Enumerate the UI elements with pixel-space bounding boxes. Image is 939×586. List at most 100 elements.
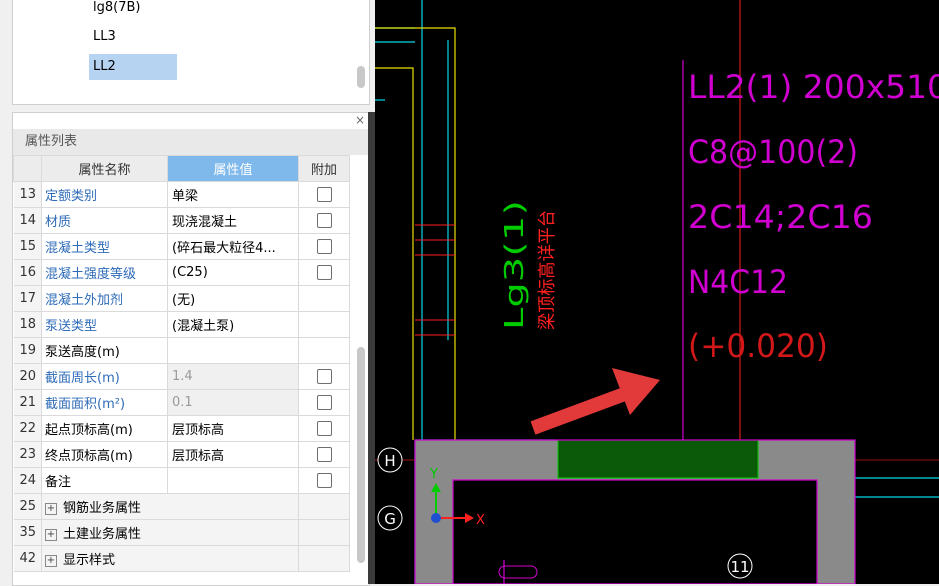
property-panel-title: 属性列表 [13,129,369,155]
property-name: 混凝土外加剂 [41,285,168,312]
property-add-cell [298,259,350,286]
property-add-cell [298,363,350,390]
property-scrollbar-thumb[interactable] [357,347,365,563]
property-value[interactable] [167,467,299,494]
row-index: 14 [13,207,42,234]
property-value[interactable]: 单梁 [167,181,299,208]
property-value[interactable] [167,337,299,364]
property-row[interactable]: 13 定额类别 单梁 [13,181,350,208]
property-row[interactable]: 15 混凝土类型 (碎石最大粒径4... [13,233,350,260]
property-group-name[interactable]: + 土建业务属性 [41,519,299,546]
row-index: 35 [13,519,42,546]
lg3-label[interactable]: Lg3(1) [500,200,530,330]
property-row[interactable]: 22 起点顶标高(m) 层顶标高 [13,415,350,442]
tree-scrollbar-thumb[interactable] [357,66,365,88]
add-checkbox[interactable] [316,473,332,488]
property-value[interactable]: (C25) [167,259,299,286]
add-checkbox[interactable] [316,239,332,254]
expand-plus-icon[interactable]: + [45,502,57,515]
property-row[interactable]: 23 终点顶标高(m) 层顶标高 [13,441,350,468]
property-row[interactable]: 21 截面面积(m²) 0.1 [13,389,350,416]
axis-h-label: H [384,452,395,470]
property-value[interactable]: 现浇混凝土 [167,207,299,234]
header-value[interactable]: 属性值 [167,155,299,182]
red-note-label: 梁顶标高详平台 [537,210,558,330]
left-panel: lg8(7B) LL3 LL2 × 属性列表 属性名称 属性值 附加 13 定额类… [0,0,375,586]
property-name: 定额类别 [41,181,168,208]
property-name: 泵送类型 [41,311,168,338]
beam-label-line5[interactable]: (+0.020) [688,327,828,365]
add-checkbox[interactable] [316,213,332,228]
selected-beam[interactable] [557,439,759,479]
wall-left [415,440,453,584]
property-add-cell [298,285,350,312]
header-add[interactable]: 附加 [298,155,350,182]
property-row[interactable]: 18 泵送类型 (混凝土泵) [13,311,350,338]
panel-splitter[interactable] [368,112,375,584]
row-index: 25 [13,493,42,520]
property-row[interactable]: 20 截面周长(m) 1.4 [13,363,350,390]
header-name[interactable]: 属性名称 [41,155,168,182]
property-panel: × 属性列表 属性名称 属性值 附加 13 定额类别 单梁 14 材质 现浇混凝土 15 混凝… [12,112,370,586]
property-value[interactable]: 层顶标高 [167,415,299,442]
property-value[interactable]: 层顶标高 [167,441,299,468]
property-group-row[interactable]: 35 + 土建业务属性 [13,519,350,546]
property-name: 混凝土类型 [41,233,168,260]
property-add-cell [298,181,350,208]
arrow-shaft [530,385,633,435]
property-name: 材质 [41,207,168,234]
tree-item-ll2[interactable]: LL2 [89,54,177,80]
beam-label-line2[interactable]: C8@100(2) [688,133,858,171]
pointer-arrow [530,368,660,435]
axis-g-label: G [384,510,396,528]
beam-label-line1[interactable]: LL2(1) 200x510 [688,68,939,106]
property-group-row[interactable]: 42 + 显示样式 [13,545,350,572]
beam-label-line3[interactable]: 2C14;2C16 [688,198,873,236]
expand-plus-icon[interactable]: + [45,528,57,541]
ucs-origin [431,513,441,523]
property-row[interactable]: 19 泵送高度(m) [13,337,350,364]
add-checkbox[interactable] [316,265,332,280]
room-interior [453,480,817,584]
add-checkbox[interactable] [316,447,332,462]
ucs-y-label: Y [429,467,438,482]
property-row[interactable]: 24 备注 [13,467,350,494]
property-value[interactable]: (无) [167,285,299,312]
add-checkbox[interactable] [316,187,332,202]
expand-plus-icon[interactable]: + [45,554,57,567]
add-checkbox[interactable] [316,395,332,410]
property-value[interactable]: 1.4 [167,363,299,390]
property-add-cell [298,337,350,364]
beam-annotation: LL2(1) 200x510 C8@100(2) 2C14;2C16 N4C12… [688,68,939,365]
property-name: 终点顶标高(m) [41,441,168,468]
property-name: 备注 [41,467,168,494]
cad-canvas[interactable]: LL2(1) 200x510 C8@100(2) 2C14;2C16 N4C12… [375,0,939,584]
yellow-lines [375,27,456,440]
row-index: 16 [13,259,42,286]
property-name: 泵送高度(m) [41,337,168,364]
property-row[interactable]: 16 混凝土强度等级 (C25) [13,259,350,286]
row-index: 15 [13,233,42,260]
tree-item-lg8[interactable]: lg8(7B) [89,0,177,21]
beam-label-line4[interactable]: N4C12 [688,263,788,301]
property-add-cell [298,441,350,468]
property-group-row[interactable]: 25 + 钢筋业务属性 [13,493,350,520]
yellow-line [375,67,414,440]
property-add-cell [298,493,350,520]
property-add-cell [298,233,350,260]
group-label: 显示样式 [63,553,116,568]
axis-11-label: 11 [730,558,749,576]
property-value[interactable]: (混凝土泵) [167,311,299,338]
property-row[interactable]: 17 混凝土外加剂 (无) [13,285,350,312]
add-checkbox[interactable] [316,421,332,436]
close-icon[interactable]: × [355,113,365,127]
row-index: 19 [13,337,42,364]
property-value[interactable]: (碎石最大粒径4... [167,233,299,260]
property-group-name[interactable]: + 钢筋业务属性 [41,493,299,520]
property-value[interactable]: 0.1 [167,389,299,416]
add-checkbox[interactable] [316,369,332,384]
tree-item-ll3[interactable]: LL3 [89,24,177,50]
property-group-name[interactable]: + 显示样式 [41,545,299,572]
property-row[interactable]: 14 材质 现浇混凝土 [13,207,350,234]
property-add-cell [298,311,350,338]
